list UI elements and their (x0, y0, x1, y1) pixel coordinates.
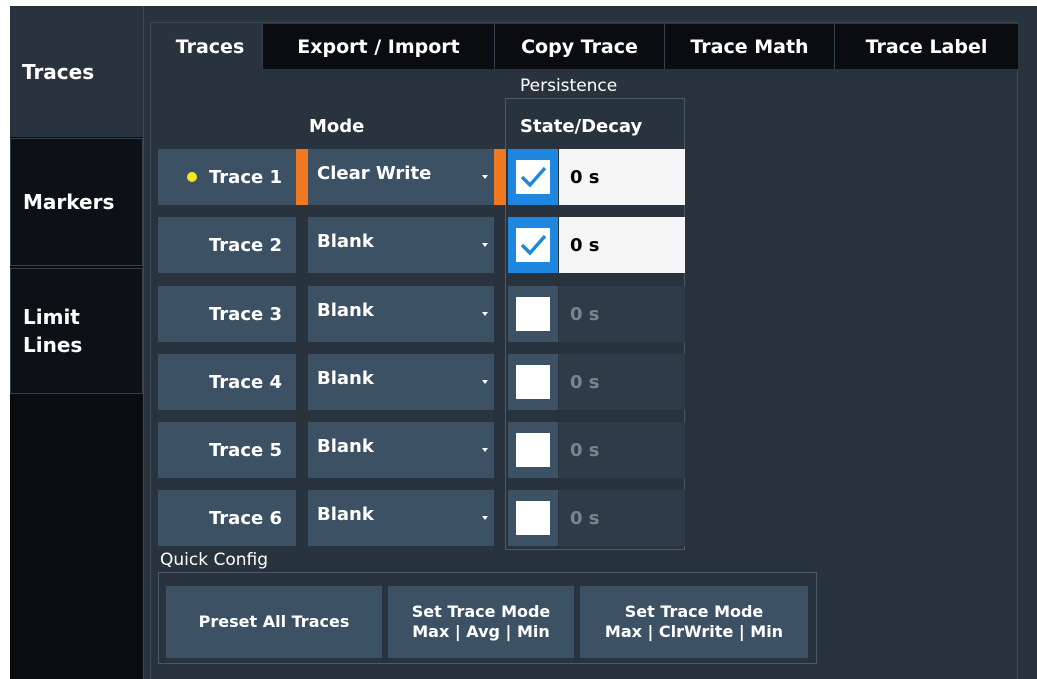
mode-value: Blank (317, 436, 374, 457)
trace-2-mode-dropdown[interactable]: Blank (308, 217, 494, 273)
tab-traces[interactable]: Traces (158, 24, 262, 69)
side-tab-traces[interactable]: Traces (10, 6, 143, 137)
trace-name: Trace 2 (209, 234, 282, 256)
trace-name: Trace 1 (209, 166, 282, 188)
trace-5-decay-field: 0 s (559, 422, 685, 478)
side-tab-limit-lines[interactable]: Limit Lines (10, 268, 143, 394)
checkbox (516, 297, 550, 331)
mode-value: Blank (317, 231, 374, 252)
checkmark-icon (520, 166, 547, 188)
set-trace-mode-max-avg-min-button[interactable]: Set Trace Mode Max | Avg | Min (388, 586, 574, 658)
trace-5-button[interactable]: Trace 5 (158, 422, 296, 478)
button-sublabel: Max | ClrWrite | Min (604, 622, 784, 641)
selected-trace-dot (187, 172, 197, 182)
trace-2-persistence-checkbox[interactable] (508, 217, 558, 273)
checkbox (516, 160, 550, 194)
mode-value: Blank (317, 504, 374, 525)
active-trace-indicator (296, 149, 308, 205)
side-tab-markers[interactable]: Markers (10, 138, 143, 266)
button-label: Set Trace Mode (624, 602, 764, 621)
checkbox (516, 365, 550, 399)
button-label: Set Trace Mode (411, 602, 551, 621)
trace-2-decay-field[interactable]: 0 s (559, 217, 685, 273)
chevron-down-icon (482, 448, 488, 452)
set-trace-mode-max-clrwrite-min-button[interactable]: Set Trace Mode Max | ClrWrite | Min (580, 586, 808, 658)
button-sublabel: Max | Avg | Min (412, 622, 550, 641)
side-tab-label: Limit (23, 305, 80, 329)
trace-4-persistence-checkbox[interactable] (508, 354, 558, 410)
chevron-down-icon (482, 243, 488, 247)
checkmark-icon (520, 234, 547, 256)
decay-value: 0 s (570, 303, 600, 325)
trace-4-button[interactable]: Trace 4 (158, 354, 296, 410)
mode-value: Blank (317, 300, 374, 321)
tab-copy-trace[interactable]: Copy Trace (494, 24, 664, 69)
preset-all-traces-button[interactable]: Preset All Traces (166, 586, 382, 658)
tab-trace-math[interactable]: Trace Math (664, 24, 834, 69)
side-tab-label: Markers (23, 190, 115, 214)
trace-6-decay-field: 0 s (559, 490, 685, 546)
side-tab-label: Lines (23, 333, 83, 357)
trace-5-mode-dropdown[interactable]: Blank (308, 422, 494, 478)
trace-name: Trace 3 (209, 303, 282, 325)
side-tab-label: Traces (22, 59, 95, 84)
trace-2-button[interactable]: Trace 2 (158, 217, 296, 273)
tab-label: Copy Trace (521, 35, 638, 58)
tab-label: Trace Math (690, 35, 809, 58)
active-trace-indicator (494, 149, 506, 205)
checkbox (516, 433, 550, 467)
chevron-down-icon (482, 516, 488, 520)
trace-1-button[interactable]: Trace 1 (158, 149, 296, 205)
trace-5-persistence-checkbox[interactable] (508, 422, 558, 478)
trace-3-persistence-checkbox[interactable] (508, 286, 558, 342)
decay-value: 0 s (570, 371, 600, 393)
tab-trace-label[interactable]: Trace Label (834, 24, 1018, 69)
decay-value: 0 s (570, 507, 600, 529)
state-decay-header: State/Decay (520, 116, 643, 137)
tab-label: Export / Import (297, 35, 460, 58)
mode-header: Mode (309, 116, 365, 137)
trace-3-mode-dropdown[interactable]: Blank (308, 286, 494, 342)
trace-6-mode-dropdown[interactable]: Blank (308, 490, 494, 546)
trace-name: Trace 4 (209, 371, 282, 393)
chevron-down-icon (482, 380, 488, 384)
tab-label: Traces (175, 35, 245, 58)
checkbox (516, 228, 550, 262)
chevron-down-icon (482, 175, 488, 179)
decay-value: 0 s (570, 234, 600, 256)
trace-6-button[interactable]: Trace 6 (158, 490, 296, 546)
decay-value: 0 s (570, 166, 600, 188)
chevron-down-icon (482, 312, 488, 316)
trace-6-persistence-checkbox[interactable] (508, 490, 558, 546)
trace-1-persistence-checkbox[interactable] (508, 149, 558, 205)
tab-label: Trace Label (865, 35, 988, 58)
checkbox (516, 501, 550, 535)
trace-4-mode-dropdown[interactable]: Blank (308, 354, 494, 410)
trace-1-decay-field[interactable]: 0 s (559, 149, 685, 205)
quick-config-label: Quick Config (160, 550, 269, 570)
trace-3-button[interactable]: Trace 3 (158, 286, 296, 342)
trace-3-decay-field: 0 s (559, 286, 685, 342)
button-label: Preset All Traces (198, 612, 350, 631)
trace-1-mode-dropdown[interactable]: Clear Write (308, 149, 494, 205)
mode-value: Blank (317, 368, 374, 389)
mode-value: Clear Write (317, 163, 432, 184)
trace-name: Trace 6 (209, 507, 282, 529)
persistence-label: Persistence (520, 76, 618, 96)
trace-name: Trace 5 (209, 439, 282, 461)
tab-export-import[interactable]: Export / Import (262, 24, 494, 69)
decay-value: 0 s (570, 439, 600, 461)
trace-4-decay-field: 0 s (559, 354, 685, 410)
